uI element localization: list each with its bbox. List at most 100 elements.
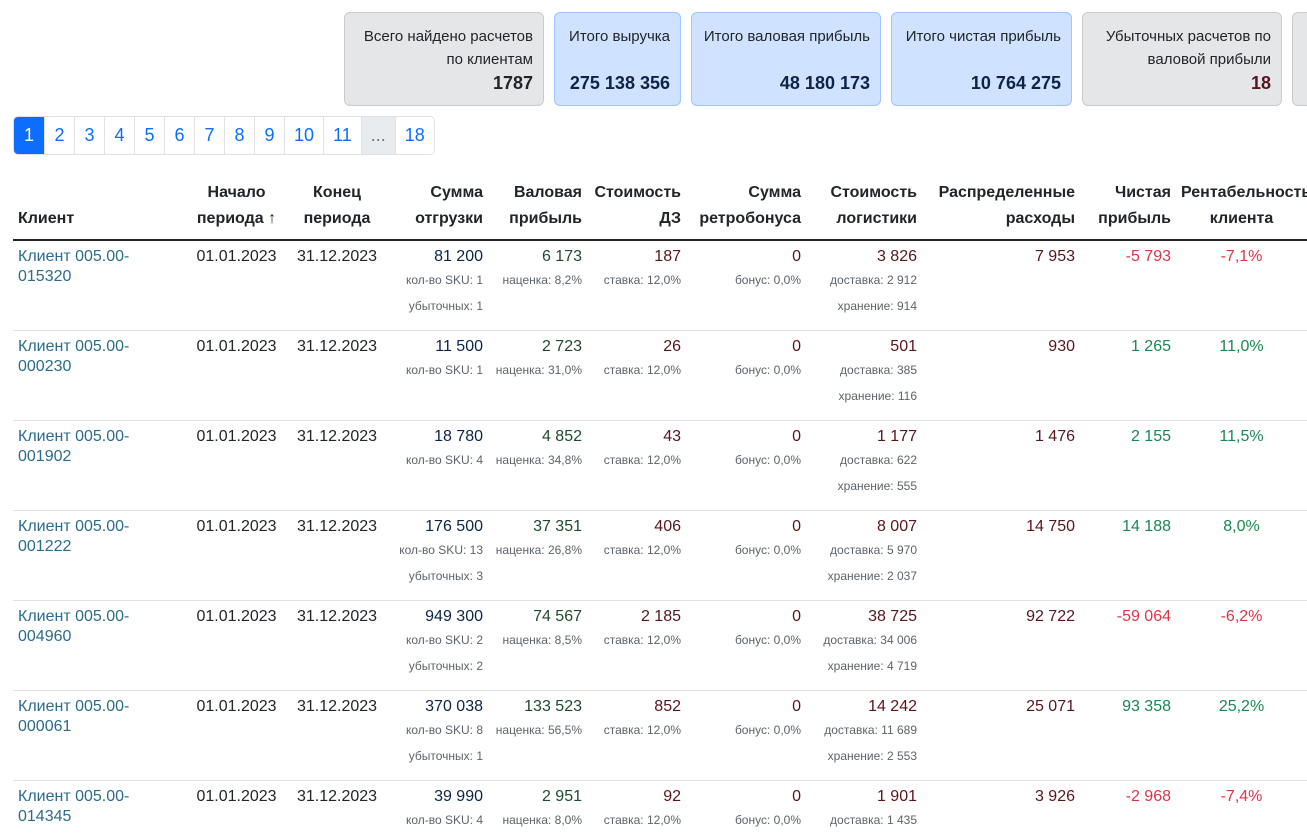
end-date: 31.12.2023	[296, 427, 378, 445]
col-end-period[interactable]: Конец периода	[286, 176, 388, 241]
page-4[interactable]: 4	[104, 117, 134, 154]
table-row: Клиент 005.00-015320 01.01.2023 31.12.2023…	[13, 240, 1307, 331]
logistics-cell: 38 725 доставка: 34 006 хранение: 4 719	[806, 600, 922, 691]
logistics-cell: 1 901 доставка: 1 435	[806, 780, 922, 835]
table-header-row: Клиент Начало периода ↑ Конец периода Су…	[13, 176, 1307, 241]
net-profit-value: 93 358	[1122, 697, 1171, 715]
end-date: 31.12.2023	[296, 248, 378, 265]
shipment-value: 949 300	[425, 607, 483, 625]
gross-cell: 6 173 наценка: 8,2%	[488, 240, 587, 331]
dz-cell: 92 ставка: 12,0%	[587, 780, 686, 835]
page-9[interactable]: 9	[254, 117, 284, 154]
profitability-cell: -7,1%	[1176, 240, 1307, 331]
page-10[interactable]: 10	[284, 117, 324, 154]
shipment-cell: 949 300 кол-во SKU: 2 убыточных: 2	[388, 600, 488, 691]
shipment-cell: 370 038 кол-во SKU: 8 убыточных: 1	[388, 690, 488, 781]
page-7[interactable]: 7	[194, 117, 224, 154]
col-dz-cost[interactable]: Стоимость ДЗ	[587, 176, 686, 241]
markup: наценка: 8,5%	[502, 632, 582, 647]
gross-cell: 4 852 наценка: 34,8%	[488, 420, 587, 511]
client-cell: Клиент 005.00-014345	[13, 780, 187, 835]
page-8[interactable]: 8	[224, 117, 254, 154]
shipment-value: 81 200	[434, 248, 483, 265]
markup: наценка: 8,2%	[502, 273, 582, 287]
col-gross-profit[interactable]: Валовая прибыль	[488, 176, 587, 241]
net-profit-value: -2 968	[1125, 787, 1171, 805]
distributed-value: 930	[1048, 337, 1075, 355]
card-total-calculations: Всего найдено расчетов по клиентам 1787	[344, 12, 544, 106]
net-cell: 93 358	[1080, 690, 1176, 781]
table-body: Клиент 005.00-015320 01.01.2023 31.12.2023…	[13, 240, 1307, 835]
distributed-value: 7 953	[1034, 248, 1075, 265]
dz-cell: 852 ставка: 12,0%	[587, 690, 686, 781]
col-start-period[interactable]: Начало периода ↑	[187, 176, 286, 241]
end-date: 31.12.2023	[296, 787, 378, 805]
pagination: 1 2 3 4 5 6 7 8 9 10 11 ... 18	[13, 116, 435, 155]
gross-cell: 37 351 наценка: 26,8%	[488, 510, 587, 601]
client-link[interactable]: Клиент 005.00-004960	[18, 607, 182, 647]
loss-count: убыточных: 1	[408, 299, 483, 313]
client-link[interactable]: Клиент 005.00-001902	[18, 427, 182, 467]
summary-cards: Всего найдено расчетов по клиентам 1787 …	[344, 12, 1307, 106]
col-net-profit[interactable]: Чистая прибыль	[1080, 176, 1176, 241]
logistics-cell: 501 доставка: 385 хранение: 116	[806, 330, 922, 421]
col-shipment[interactable]: Сумма отгрузки	[388, 176, 488, 241]
shipment-cell: 39 990 кол-во SKU: 4	[388, 780, 488, 835]
net-profit-value: 1 265	[1130, 337, 1171, 355]
bonus-rate: бонус: 0,0%	[734, 632, 801, 647]
loss-count: убыточных: 3	[408, 568, 483, 583]
start-date: 01.01.2023	[196, 248, 277, 265]
start-cell: 01.01.2023	[187, 690, 286, 781]
page-1[interactable]: 1	[14, 117, 44, 154]
page-11[interactable]: 11	[323, 117, 361, 154]
storage-cost: хранение: 2 037	[827, 568, 917, 583]
col-logistics[interactable]: Стоимость логистики	[806, 176, 922, 241]
dz-value: 92	[663, 787, 681, 805]
table-row: Клиент 005.00-004960 01.01.2023 31.12.2023…	[13, 600, 1307, 691]
sku-count: кол-во SKU: 8	[405, 722, 483, 737]
start-date: 01.01.2023	[196, 337, 277, 355]
card-loss-calculations: Убыточных расчетов по валовой прибыли 18	[1082, 12, 1282, 106]
card-title: Итого выручка	[569, 28, 670, 45]
markup: наценка: 56,5%	[495, 722, 582, 737]
card-title: Всего найдено расчетов по клиентам	[363, 28, 533, 68]
delivery-cost: доставка: 2 912	[830, 273, 917, 287]
client-link[interactable]: Клиент 005.00-000230	[18, 337, 182, 377]
retro-cell: 0 бонус: 0,0%	[686, 510, 806, 601]
distributed-cell: 7 953	[922, 240, 1080, 331]
dz-rate: ставка: 12,0%	[603, 452, 681, 467]
profitability-value: -7,1%	[1220, 248, 1263, 265]
profitability-cell: 25,2%	[1176, 690, 1307, 781]
end-date: 31.12.2023	[296, 337, 378, 355]
client-link[interactable]: Клиент 005.00-000061	[18, 697, 182, 737]
client-link[interactable]: Клиент 005.00-015320	[18, 247, 182, 287]
col-client[interactable]: Клиент	[13, 176, 187, 241]
net-profit-value: 2 155	[1130, 427, 1171, 445]
table-row: Клиент 005.00-001222 01.01.2023 31.12.2023…	[13, 510, 1307, 601]
card-value: 1787	[492, 73, 533, 93]
page-18[interactable]: 18	[394, 117, 434, 154]
net-profit-value: 14 188	[1122, 517, 1171, 535]
profitability-value: 25,2%	[1218, 697, 1265, 715]
gross-cell: 2 723 наценка: 31,0%	[488, 330, 587, 421]
start-date: 01.01.2023	[196, 697, 277, 715]
client-link[interactable]: Клиент 005.00-014345	[18, 787, 182, 827]
col-distributed[interactable]: Распределенные расходы	[922, 176, 1080, 241]
page-5[interactable]: 5	[134, 117, 164, 154]
dz-cell: 406 ставка: 12,0%	[587, 510, 686, 601]
client-link[interactable]: Клиент 005.00-001222	[18, 517, 182, 557]
table-row: Клиент 005.00-014345 01.01.2023 31.12.2023…	[13, 780, 1307, 835]
page-6[interactable]: 6	[164, 117, 194, 154]
page-2[interactable]: 2	[44, 117, 74, 154]
bonus-rate: бонус: 0,0%	[734, 452, 801, 467]
col-profitability[interactable]: Рентабельность клиента	[1176, 176, 1307, 241]
table-row: Клиент 005.00-001902 01.01.2023 31.12.2023…	[13, 420, 1307, 511]
card-title: Итого чистая прибыль	[905, 28, 1061, 45]
gross-cell: 133 523 наценка: 56,5%	[488, 690, 587, 781]
page-3[interactable]: 3	[74, 117, 104, 154]
client-cell: Клиент 005.00-000061	[13, 690, 187, 781]
col-retro-bonus[interactable]: Сумма ретробонуса	[686, 176, 806, 241]
start-cell: 01.01.2023	[187, 330, 286, 421]
dz-rate: ставка: 12,0%	[603, 722, 681, 737]
table-row: Клиент 005.00-000230 01.01.2023 31.12.2023…	[13, 330, 1307, 421]
